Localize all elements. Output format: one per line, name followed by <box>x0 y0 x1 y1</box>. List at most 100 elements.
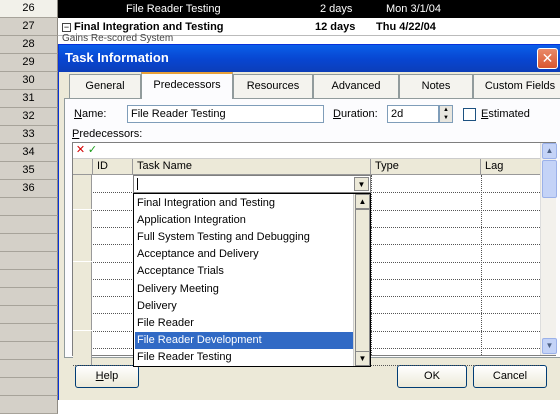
estimated-label: Estimated <box>481 108 530 120</box>
grid-row-header[interactable] <box>73 244 92 262</box>
text-caret <box>137 178 138 190</box>
dropdown-item[interactable]: Application Integration <box>135 212 353 229</box>
row-27-task-name-text: Final Integration and Testing <box>74 21 224 33</box>
name-label: Name: <box>74 108 107 120</box>
scroll-down-icon[interactable]: ▼ <box>542 338 557 354</box>
estimated-checkbox[interactable] <box>463 108 476 121</box>
task-dropdown-list[interactable]: Final Integration and Testing Application… <box>133 193 371 367</box>
row-number-empty[interactable] <box>0 252 58 270</box>
dropdown-item[interactable]: Full System Testing and Debugging <box>135 229 353 246</box>
grid-row-header[interactable] <box>73 296 92 314</box>
grid-column-line <box>371 175 372 355</box>
predecessors-label: Predecessors: <box>72 128 143 140</box>
dropdown-arrow-icon[interactable]: ▼ <box>354 177 369 191</box>
ok-button[interactable]: OK <box>397 365 467 388</box>
duration-label: Duration: <box>333 108 378 120</box>
dropdown-item[interactable]: Acceptance and Delivery <box>135 246 353 263</box>
row-number[interactable]: 27 <box>0 18 58 36</box>
row-number-empty[interactable] <box>0 324 58 342</box>
dropdown-item[interactable]: File Reader Development <box>135 331 353 349</box>
column-header-lag[interactable]: Lag <box>481 159 540 175</box>
row-27-duration: 12 days <box>315 21 356 33</box>
duration-field[interactable]: 2d <box>387 105 439 123</box>
dialog-titlebar[interactable]: Task Information <box>59 45 560 72</box>
grid-row-header[interactable] <box>73 226 92 244</box>
scroll-up-icon[interactable]: ▲ <box>542 143 557 159</box>
grid-header: ID Task Name Type Lag <box>73 159 540 175</box>
duration-spinner[interactable]: ▲ ▼ <box>439 105 453 123</box>
column-header-task-name[interactable]: Task Name <box>133 159 371 175</box>
tab-predecessors[interactable]: Predecessors <box>141 72 233 99</box>
row-27-start: Thu 4/22/04 <box>376 21 436 33</box>
row-number-empty[interactable] <box>0 396 58 414</box>
accept-entry-icon[interactable]: ✓ <box>86 144 99 157</box>
grid-vertical-scrollbar[interactable]: ▲ ▼ <box>540 143 557 355</box>
background-row-26[interactable]: File Reader Testing 2 days Mon 3/1/04 <box>58 0 560 18</box>
spin-down-icon[interactable]: ▼ <box>440 114 452 122</box>
grid-row-header[interactable] <box>73 348 92 365</box>
grid-row-header[interactable] <box>73 261 92 279</box>
dropdown-item[interactable]: Acceptance Trials <box>135 263 353 280</box>
column-header-id[interactable]: ID <box>93 159 133 175</box>
task-name-field[interactable]: File Reader Testing <box>127 105 324 123</box>
row-number[interactable]: 34 <box>0 144 58 162</box>
row-number-column: 26 27 28 29 30 31 32 33 34 35 36 <box>0 0 58 414</box>
row-number-empty[interactable] <box>0 378 58 396</box>
grid-row-header[interactable] <box>73 175 92 192</box>
tab-advanced[interactable]: Advanced <box>313 74 399 98</box>
row-number-empty[interactable] <box>0 234 58 252</box>
help-button[interactable]: Help <box>75 365 139 388</box>
row-number-empty[interactable] <box>0 216 58 234</box>
close-icon: ✕ <box>541 50 554 66</box>
dropdown-item[interactable]: Final Integration and Testing <box>135 195 353 212</box>
background-faint-text: Gains Re-scored System <box>62 33 174 44</box>
spin-up-icon[interactable]: ▲ <box>440 106 452 114</box>
select-all-corner[interactable] <box>73 159 93 175</box>
dialog-title: Task Information <box>65 50 169 65</box>
dropdown-item[interactable]: File Reader Testing <box>135 349 353 366</box>
row-number[interactable]: 35 <box>0 162 58 180</box>
dropdown-scroll-thumb[interactable] <box>355 209 370 352</box>
tab-resources[interactable]: Resources <box>233 74 313 98</box>
grid-row-header[interactable] <box>73 209 92 227</box>
grid-row-header[interactable] <box>73 192 92 210</box>
row-26-task-name: File Reader Testing <box>126 3 221 15</box>
grid-column-line <box>481 175 482 355</box>
task-information-dialog: Task Information ✕ General Predecessors … <box>58 44 560 400</box>
row-number[interactable]: 32 <box>0 108 58 126</box>
row-number-empty[interactable] <box>0 288 58 306</box>
dropdown-scrollbar[interactable]: ▲ ▼ <box>353 194 370 366</box>
row-number[interactable]: 30 <box>0 72 58 90</box>
dropdown-item[interactable]: Delivery <box>135 298 353 315</box>
tab-general[interactable]: General <box>69 74 141 98</box>
grid-row-header[interactable] <box>73 278 92 296</box>
scroll-thumb[interactable] <box>542 160 557 198</box>
row-number-empty[interactable] <box>0 342 58 360</box>
row-26-start: Mon 3/1/04 <box>386 3 442 15</box>
row-number[interactable]: 28 <box>0 36 58 54</box>
dropdown-item[interactable]: File Reader <box>135 315 353 332</box>
close-button[interactable]: ✕ <box>537 48 558 69</box>
row-number[interactable]: 33 <box>0 126 58 144</box>
task-name-combo[interactable]: ▼ <box>133 175 371 193</box>
dropdown-scroll-up-icon[interactable]: ▲ <box>355 194 370 209</box>
tab-notes[interactable]: Notes <box>399 74 473 98</box>
collapse-icon[interactable]: − <box>62 23 71 32</box>
row-number[interactable]: 36 <box>0 180 58 198</box>
tab-custom-fields[interactable]: Custom Fields <box>473 74 560 98</box>
row-number-empty[interactable] <box>0 270 58 288</box>
row-number-empty[interactable] <box>0 198 58 216</box>
dropdown-scroll-down-icon[interactable]: ▼ <box>355 351 370 366</box>
grid-edit-toolbar: ✕ ✓ <box>73 143 540 159</box>
grid-row-header[interactable] <box>73 330 92 348</box>
grid-row-header[interactable] <box>73 313 92 331</box>
column-header-type[interactable]: Type <box>371 159 481 175</box>
dropdown-item[interactable]: Delivery Meeting <box>135 281 353 298</box>
row-number[interactable]: 31 <box>0 90 58 108</box>
row-number-empty[interactable] <box>0 306 58 324</box>
row-number[interactable]: 26 <box>0 0 58 18</box>
row-26-duration: 2 days <box>320 3 353 15</box>
row-number-empty[interactable] <box>0 360 58 378</box>
row-number[interactable]: 29 <box>0 54 58 72</box>
cancel-button[interactable]: Cancel <box>473 365 547 388</box>
